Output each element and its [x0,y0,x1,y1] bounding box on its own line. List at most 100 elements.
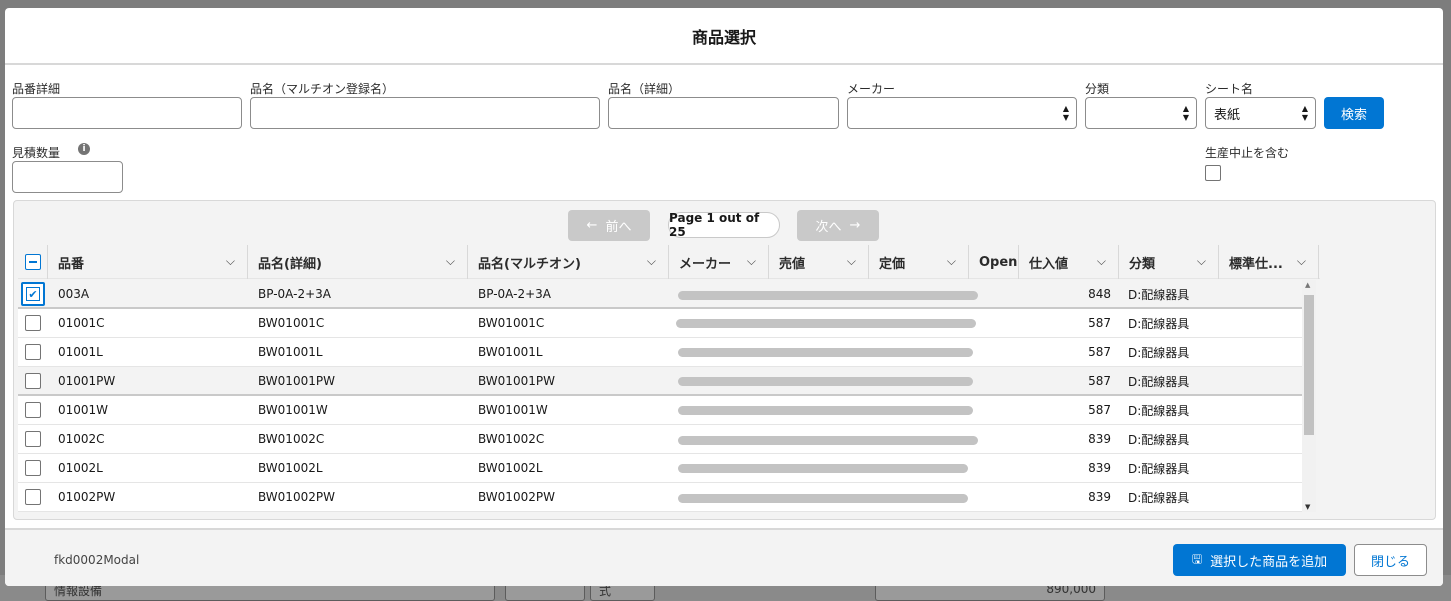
scroll-down-icon[interactable]: ▼ [1305,503,1310,511]
column-header-label: 定価 [879,256,906,272]
column-header-name-multi[interactable]: 品名(マルチオン) ⌵ [468,245,669,279]
cell-name-detail: BP-0A-2+3A [258,287,331,301]
cell-name-multi: BW01002C [478,432,545,446]
cell-code: 01002L [58,461,103,475]
next-page-button[interactable]: 次へ → [797,210,879,241]
cell-cost: 839 [1088,490,1111,504]
info-icon[interactable]: i [78,143,90,155]
search-button[interactable]: 検索 [1324,97,1384,129]
row-checkbox[interactable] [25,489,41,505]
cell-name-detail: BW01001C [258,316,325,330]
name-detail-input[interactable] [608,97,839,129]
component-name: fkd0002Modal [54,553,140,567]
row-select-cell [18,367,48,395]
column-header-price[interactable]: 売値 ⌵ [769,245,869,279]
cell-code: 01001PW [58,374,116,388]
chevron-down-icon[interactable]: ⌵ [226,254,235,269]
column-header-label: 品名(詳細) [258,256,322,272]
column-header-name-detail[interactable]: 品名(詳細) ⌵ [248,245,468,279]
row-checkbox[interactable] [25,344,41,360]
column-header-code[interactable]: 品番 ⌵ [48,245,248,279]
cell-cost: 839 [1088,461,1111,475]
table-scrollbar[interactable]: ▲ ▼ [1302,280,1316,512]
table-row[interactable]: 01001W BW01001W BW01001W 587 D:配線器具 [18,396,1302,425]
row-checkbox[interactable] [25,315,41,331]
column-header-list-price[interactable]: 定価 ⌵ [869,245,969,279]
chevron-down-icon[interactable]: ⌵ [847,254,856,269]
background-field-text: 情報設備 [54,584,103,598]
row-checkbox[interactable]: ✔ [21,282,45,306]
product-select-modal: 商品選択 品番詳細 品名（マルチオン登録名） 品名（詳細） メーカー ▲ ▼ 分類… [5,8,1443,586]
name-detail-label: 品名（詳細） [608,82,681,96]
cell-name-detail: BW01001L [258,345,323,359]
column-header-category[interactable]: 分類 ⌵ [1119,245,1219,279]
cell-code: 01001W [58,403,109,417]
cell-name-multi: BP-0A-2+3A [478,287,551,301]
modal-header: 商品選択 [5,8,1443,65]
chevron-down-icon[interactable]: ⌵ [747,254,756,269]
row-checkbox[interactable] [25,431,41,447]
prev-page-button[interactable]: ← 前へ [568,210,650,241]
table-body: ✔ 003A BP-0A-2+3A BP-0A-2+3A 848 D:配線器具 … [18,280,1302,512]
chevron-down-icon[interactable]: ⌵ [446,254,455,269]
chevron-down-icon[interactable]: ⌵ [1097,254,1106,269]
column-header-cost[interactable]: 仕入値 ⌵ [1019,245,1119,279]
add-selected-button[interactable]: 🖫 選択した商品を追加 [1173,544,1346,576]
cell-category: D:配線器具 [1128,287,1190,302]
cell-category: D:配線器具 [1128,316,1190,331]
table-row[interactable]: 01001L BW01001L BW01001L 587 D:配線器具 [18,338,1302,367]
cell-cost: 839 [1088,432,1111,446]
table-header: 品番 ⌵ 品名(詳細) ⌵ 品名(マルチオン) ⌵ メーカー ⌵ 売値 ⌵ 定価 ⌵ Ope… [18,245,1320,279]
select-all-cell [18,245,48,279]
sheet-select[interactable]: 表紙 ▲ ▼ [1205,97,1316,129]
redacted-values [678,348,973,357]
maker-label: メーカー [847,82,896,96]
column-header-maker[interactable]: メーカー ⌵ [669,245,769,279]
cell-name-detail: BW01001W [258,403,328,417]
select-all-checkbox[interactable] [25,254,41,270]
row-checkbox[interactable] [25,460,41,476]
row-checkbox[interactable] [25,373,41,389]
name-multi-label: 品名（マルチオン登録名） [250,82,395,96]
cell-category: D:配線器具 [1128,461,1190,476]
scrollbar-thumb[interactable] [1304,295,1314,435]
close-button[interactable]: 閉じる [1354,544,1427,576]
column-header-label: 売値 [779,256,806,272]
table-row[interactable]: 01002PW BW01002PW BW01002PW 839 D:配線器具 [18,483,1302,512]
chevron-down-icon[interactable]: ⌵ [1297,254,1306,269]
table-row[interactable]: 01001PW BW01001PW BW01001PW 587 D:配線器具 [18,367,1302,396]
cell-name-multi: BW01002PW [478,490,555,504]
cell-category: D:配線器具 [1128,432,1190,447]
column-header-open[interactable]: Open [969,245,1019,279]
chevron-down-icon[interactable]: ⌵ [647,254,656,269]
discontinued-checkbox[interactable] [1205,165,1221,181]
part-detail-input[interactable] [12,97,242,129]
background-field-text: 式 [599,584,612,598]
redacted-values [678,377,973,386]
table-row[interactable]: 01002L BW01002L BW01002L 839 D:配線器具 [18,454,1302,483]
chevron-down-icon[interactable]: ⌵ [1197,254,1206,269]
cell-code: 01002PW [58,490,116,504]
column-header-label: 品番 [58,256,85,272]
arrow-left-icon: ← [586,218,598,233]
column-header-standard[interactable]: 標準仕... ⌵ [1219,245,1319,279]
table-row[interactable]: 01001C BW01001C BW01001C 587 D:配線器具 [18,309,1302,338]
row-select-cell [18,483,48,511]
quantity-input[interactable] [12,161,123,193]
table-row[interactable]: ✔ 003A BP-0A-2+3A BP-0A-2+3A 848 D:配線器具 [18,280,1302,309]
redacted-values [678,291,978,300]
table-row[interactable]: 01002C BW01002C BW01002C 839 D:配線器具 [18,425,1302,454]
row-checkbox[interactable] [25,402,41,418]
cell-cost: 587 [1088,345,1111,359]
cell-name-detail: BW01002PW [258,490,335,504]
category-select[interactable]: ▲ ▼ [1085,97,1197,129]
row-select-cell [18,338,48,366]
scroll-up-icon[interactable]: ▲ [1305,281,1310,289]
arrow-right-icon: → [849,218,861,233]
cell-name-multi: BW01001PW [478,374,555,388]
next-page-label: 次へ [815,220,842,235]
name-multi-input[interactable] [250,97,600,129]
maker-select[interactable]: ▲ ▼ [847,97,1077,129]
chevron-down-icon[interactable]: ⌵ [947,254,956,269]
cell-category: D:配線器具 [1128,490,1190,505]
